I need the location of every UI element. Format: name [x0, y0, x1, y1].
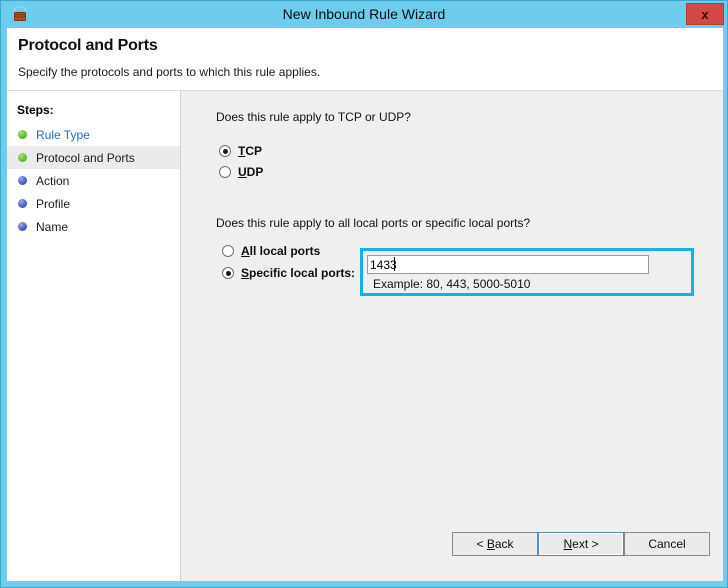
sidebar-item-protocol-and-ports[interactable]: Protocol and Ports — [7, 146, 180, 169]
next-button[interactable]: Next > — [538, 532, 624, 556]
page-title: Protocol and Ports — [18, 37, 158, 54]
page-subtitle: Specify the protocols and ports to which… — [18, 65, 321, 79]
button-row — [181, 566, 723, 581]
radio-specific-local-ports-indicator — [222, 267, 234, 279]
radio-all-local-ports-label: All local ports — [241, 244, 320, 258]
radio-udp-accel: U — [238, 165, 247, 179]
next-accel: N — [563, 537, 573, 551]
protocol-question-label: Does this rule apply to TCP or UDP? — [216, 110, 411, 124]
specific-local-ports-input[interactable] — [367, 255, 649, 274]
next-rest: ext — [572, 537, 589, 551]
title-bar: New Inbound Rule Wizard x — [1, 1, 727, 27]
next-button-label: Next > — [563, 537, 598, 551]
radio-tcp[interactable]: TCP — [219, 144, 262, 158]
radio-all-rest: ll local ports — [249, 244, 321, 258]
sidebar-item-action[interactable]: Action — [7, 169, 180, 192]
text-caret — [394, 257, 395, 271]
radio-specific-accel: S — [241, 266, 250, 280]
close-icon: x — [701, 6, 709, 22]
back-rest: ack — [494, 537, 514, 551]
body-area: Steps: Rule Type Protocol and Ports Acti… — [7, 91, 723, 581]
ports-question-label: Does this rule apply to all local ports … — [216, 216, 531, 230]
step-bullet-icon — [18, 222, 27, 231]
radio-all-accel: A — [241, 244, 250, 258]
next-suffix: > — [588, 537, 599, 551]
step-bullet-icon — [18, 199, 27, 208]
sidebar-item-label: Protocol and Ports — [36, 150, 135, 165]
step-bullet-icon — [18, 153, 27, 162]
back-button-label: < Back — [476, 537, 513, 551]
radio-tcp-label: TCP — [238, 144, 262, 158]
wizard-window: New Inbound Rule Wizard x Protocol and P… — [0, 0, 728, 588]
main-panel: Does this rule apply to TCP or UDP? TCP … — [181, 91, 723, 581]
step-bullet-icon — [18, 176, 27, 185]
back-accel: B — [486, 537, 495, 551]
cancel-button-label: Cancel — [648, 537, 686, 551]
back-prefix: < — [476, 537, 487, 551]
sidebar-item-name[interactable]: Name — [7, 215, 180, 238]
radio-specific-local-ports[interactable]: Specific local ports: — [222, 266, 355, 280]
window-title: New Inbound Rule Wizard — [282, 6, 446, 22]
radio-udp[interactable]: UDP — [219, 165, 263, 179]
firewall-shield-icon — [11, 5, 29, 23]
back-button[interactable]: < Back — [452, 532, 538, 556]
steps-label: Steps: — [17, 103, 54, 117]
radio-tcp-indicator — [219, 145, 231, 157]
steps-sidebar: Steps: Rule Type Protocol and Ports Acti… — [7, 91, 181, 581]
sidebar-item-label: Action — [36, 173, 70, 188]
radio-all-local-ports[interactable]: All local ports — [222, 244, 320, 258]
radio-tcp-rest: CP — [245, 144, 263, 158]
sidebar-item-rule-type[interactable]: Rule Type — [7, 123, 180, 146]
sidebar-item-label: Name — [36, 219, 69, 234]
page-header: Protocol and Ports Specify the protocols… — [7, 28, 723, 91]
port-example-label: Example: 80, 443, 5000-5010 — [373, 277, 531, 291]
radio-specific-local-ports-label: Specific local ports: — [241, 266, 355, 280]
radio-specific-rest: pecific local ports: — [249, 266, 356, 280]
sidebar-item-label: Rule Type — [36, 127, 90, 142]
close-button[interactable]: x — [686, 3, 724, 25]
radio-all-local-ports-indicator — [222, 245, 234, 257]
radio-udp-indicator — [219, 166, 231, 178]
client-area: Protocol and Ports Specify the protocols… — [6, 27, 724, 582]
radio-udp-label: UDP — [238, 165, 263, 179]
cancel-button[interactable]: Cancel — [624, 532, 710, 556]
sidebar-item-profile[interactable]: Profile — [7, 192, 180, 215]
radio-udp-rest: DP — [246, 165, 264, 179]
step-bullet-icon — [18, 130, 27, 139]
steps-list: Rule Type Protocol and Ports Action Prof… — [7, 123, 180, 238]
sidebar-item-label: Profile — [36, 196, 71, 211]
